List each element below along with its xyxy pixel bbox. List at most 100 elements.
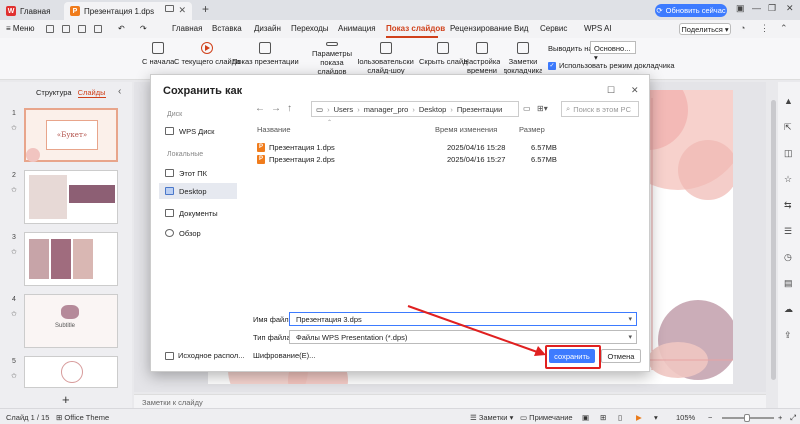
cancel-button[interactable]: Отмена bbox=[601, 349, 641, 363]
slide-thumbnail-2[interactable] bbox=[24, 170, 118, 224]
back-icon[interactable]: ← bbox=[255, 103, 265, 114]
new-file-icon[interactable] bbox=[46, 25, 54, 33]
tab-wps-ai[interactable]: WPS AI bbox=[584, 24, 612, 33]
update-now-button[interactable]: ⟳ Обновить сейчас bbox=[655, 4, 727, 17]
custom-slideshow-button[interactable]: Пользовательские слайд-шоу bbox=[358, 42, 414, 76]
redo-icon[interactable]: ↷ bbox=[140, 24, 147, 33]
slide-sorter-icon[interactable]: ⊞ bbox=[600, 413, 606, 422]
slide-thumbnail-4[interactable]: Subtitle bbox=[24, 294, 118, 348]
encryption-link[interactable]: Шифрование(E)... bbox=[253, 351, 315, 360]
collapse-panel-icon[interactable]: ‹ bbox=[118, 86, 121, 97]
account-icon[interactable]: ▣ bbox=[736, 3, 745, 14]
tab-design[interactable]: Дизайн bbox=[254, 24, 281, 33]
chevron-down-icon[interactable]: ▾ bbox=[628, 315, 632, 323]
output-select[interactable]: Основно... ▾ bbox=[590, 41, 636, 62]
file-row[interactable]: P Презентация 1.dps 2025/04/16 15:28 6.5… bbox=[257, 141, 637, 153]
share-button[interactable]: Поделиться ▾ bbox=[679, 23, 731, 35]
forward-icon[interactable]: → bbox=[271, 103, 281, 114]
fit-slide-icon[interactable]: ⤢ bbox=[790, 413, 796, 423]
play-slideshow-icon[interactable]: ▶ bbox=[636, 413, 642, 422]
save-button[interactable]: сохранить bbox=[549, 349, 595, 363]
close-window-icon[interactable]: ✕ bbox=[786, 3, 794, 14]
sidebar-item-documents[interactable]: Документы bbox=[159, 205, 237, 221]
zoom-in-icon[interactable]: + bbox=[778, 413, 782, 422]
slide-thumbnail-1[interactable]: «Букет» bbox=[24, 108, 118, 162]
filetype-select[interactable]: Файлы WPS Presentation (*.dps) ▾ bbox=[289, 330, 637, 344]
comment-toggle[interactable]: ▭ Примечание bbox=[520, 413, 573, 422]
normal-view-icon[interactable]: ▣ bbox=[582, 413, 589, 422]
notes-toggle[interactable]: ☰ Заметки ▾ bbox=[470, 413, 513, 422]
save-icon[interactable] bbox=[78, 25, 86, 33]
collapse-ribbon-icon[interactable]: ⌃ bbox=[780, 23, 788, 34]
from-start-button[interactable]: С начала bbox=[142, 42, 174, 66]
hide-slide-button[interactable]: Скрыть слайд bbox=[419, 42, 468, 66]
file-row[interactable]: P Презентация 2.dps 2025/04/16 15:27 6.5… bbox=[257, 153, 637, 165]
tab-insert[interactable]: Вставка bbox=[212, 24, 242, 33]
breadcrumb-item[interactable]: Users bbox=[334, 105, 354, 114]
tab-structure[interactable]: Структура bbox=[36, 88, 72, 98]
undo-icon[interactable]: ↶ bbox=[118, 24, 125, 33]
up-icon[interactable]: ↑ bbox=[287, 103, 292, 114]
speaker-notes-button[interactable]: Заметки докладчика bbox=[504, 42, 542, 76]
arrow-up-icon[interactable]: ▲ bbox=[784, 96, 793, 106]
hamburger-menu[interactable]: ≡ Меню bbox=[6, 24, 35, 33]
slide-thumbnail-3[interactable] bbox=[24, 232, 118, 286]
filename-input[interactable]: Презентация 3.dps ▾ bbox=[289, 312, 637, 326]
animation-icon[interactable]: ☆ bbox=[784, 174, 792, 185]
zoom-menu-icon[interactable]: ▾ bbox=[654, 413, 658, 422]
presentation-show-button[interactable]: Показ презентации bbox=[232, 42, 299, 66]
scrollbar-thumb[interactable] bbox=[771, 100, 776, 380]
history-icon[interactable]: ◷ bbox=[784, 252, 792, 263]
sidebar-item-browse[interactable]: Обзор bbox=[159, 225, 237, 241]
new-tab-button[interactable]: + bbox=[202, 2, 209, 16]
vertical-scrollbar[interactable] bbox=[770, 82, 778, 392]
document-icon[interactable]: ▤ bbox=[784, 278, 793, 289]
maximize-icon[interactable]: ☐ bbox=[607, 85, 615, 96]
sidebar-item-this-pc[interactable]: Этот ПК bbox=[159, 165, 237, 181]
presenter-mode-checkbox[interactable]: ✓ Использовать режим докладчика bbox=[548, 61, 675, 70]
close-tab-icon[interactable]: ✕ bbox=[178, 5, 186, 16]
close-dialog-icon[interactable]: ✕ bbox=[631, 85, 639, 96]
add-slide-button[interactable]: + bbox=[62, 392, 70, 407]
tab-slideshow[interactable]: Показ слайдов bbox=[386, 24, 445, 33]
tab-slides[interactable]: Слайды bbox=[77, 88, 106, 98]
tab-home[interactable]: W Главная bbox=[0, 2, 62, 20]
tab-transitions[interactable]: Переходы bbox=[291, 24, 329, 33]
zoom-out-icon[interactable]: − bbox=[708, 413, 712, 422]
print-icon[interactable] bbox=[94, 25, 102, 33]
breadcrumb-item[interactable]: manager_pro bbox=[364, 105, 409, 114]
search-input[interactable]: ⌕ Поиск в этом PC bbox=[561, 101, 639, 117]
share-icon[interactable]: ⇪ bbox=[784, 330, 792, 341]
source-location-button[interactable]: Исходное распол... bbox=[165, 351, 245, 360]
sidebar-item-wps-disk[interactable]: WPS Диск bbox=[159, 123, 237, 139]
slideshow-settings-button[interactable]: Параметры показа слайдов bbox=[306, 42, 358, 76]
tab-home-ribbon[interactable]: Главная bbox=[172, 24, 202, 33]
notes-area[interactable]: Заметки к слайду bbox=[134, 394, 766, 408]
zoom-slider-handle[interactable] bbox=[744, 414, 750, 422]
monitor-icon[interactable] bbox=[165, 5, 174, 12]
theme-name[interactable]: ⊞ Office Theme bbox=[56, 413, 109, 422]
column-header-modified[interactable]: Время изменения bbox=[435, 125, 497, 134]
tab-document[interactable]: P Презентация 1.dps ✕ bbox=[64, 2, 192, 20]
transition-icon[interactable]: ⇆ bbox=[784, 200, 792, 211]
rehearse-timings-button[interactable]: Настройка времени bbox=[464, 42, 500, 76]
tab-review[interactable]: Рецензирование bbox=[450, 24, 512, 33]
slide-thumbnail-5[interactable] bbox=[24, 356, 118, 388]
cloud-icon[interactable]: ☁ bbox=[784, 304, 793, 315]
reading-view-icon[interactable]: ▯ bbox=[618, 413, 622, 422]
chevron-down-icon[interactable]: ▾ bbox=[628, 333, 632, 341]
restore-icon[interactable]: ❐ bbox=[768, 3, 776, 14]
breadcrumb-item[interactable]: Презентации bbox=[457, 105, 502, 114]
shapes-icon[interactable]: ◫ bbox=[784, 148, 793, 159]
from-current-button[interactable]: С текущего слайда bbox=[174, 42, 240, 66]
column-header-name[interactable]: Название bbox=[257, 125, 291, 134]
minimize-icon[interactable]: — bbox=[752, 3, 761, 13]
view-mode-icon[interactable]: ⊞▾ bbox=[537, 104, 548, 113]
breadcrumb-item[interactable]: Desktop bbox=[419, 105, 447, 114]
sidebar-item-desktop[interactable]: Desktop bbox=[159, 183, 237, 199]
tab-tools[interactable]: Сервис bbox=[540, 24, 567, 33]
chat-icon[interactable]: ◔ bbox=[740, 23, 745, 33]
new-folder-icon[interactable]: ▭ bbox=[523, 104, 531, 113]
column-header-size[interactable]: Размер bbox=[519, 125, 545, 134]
more-icon[interactable]: ⋮ bbox=[760, 23, 769, 34]
